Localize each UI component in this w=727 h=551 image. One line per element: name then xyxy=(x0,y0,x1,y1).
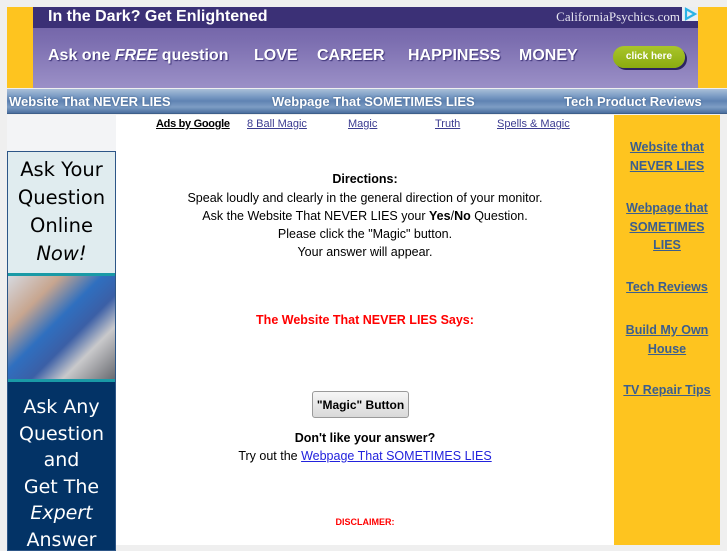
left-ad-top: Ask Your Question Online Now! xyxy=(8,152,115,276)
left-ad-photo-couple-laptop xyxy=(8,276,115,382)
yes-emph: Yes xyxy=(429,209,451,223)
ad-link-spells-magic[interactable]: Spells & Magic xyxy=(497,118,570,130)
sidebar-link-line: NEVER LIES xyxy=(614,157,720,176)
ads-by-google-label[interactable]: Ads by Google xyxy=(156,118,230,130)
left-column: Ask Your Question Online Now! Ask Any Qu… xyxy=(7,115,116,545)
banner-brand: CaliforniaPsychics.com xyxy=(556,9,680,25)
banner-topic-happiness: HAPPINESS xyxy=(408,47,500,65)
sidebar-link-line: Website that xyxy=(614,138,720,157)
banner-topic-love: LOVE xyxy=(254,47,298,65)
banner-topic-career: CAREER xyxy=(317,47,385,65)
banner-free-prefix: Ask one xyxy=(48,47,115,64)
top-banner-ad[interactable]: In the Dark? Get Enlightened CaliforniaP… xyxy=(7,7,727,88)
main-content: Ads by Google 8 Ball Magic Magic Truth S… xyxy=(116,115,614,545)
left-ad-line: Ask Your xyxy=(8,156,115,184)
left-ad-line: Question xyxy=(8,421,115,448)
directions-line-4: Your answer will appear. xyxy=(116,245,614,259)
ad-link-truth[interactable]: Truth xyxy=(435,118,460,130)
magic-button-wrap: "Magic" Button xyxy=(312,391,409,418)
adchoices-icon[interactable] xyxy=(682,7,698,21)
directions-line-1: Speak loudly and clearly in the general … xyxy=(116,191,614,205)
left-ad-emph: Now! xyxy=(36,242,86,265)
nav-link-tech-reviews[interactable]: Tech Product Reviews xyxy=(564,94,702,109)
sometimes-lies-link[interactable]: Webpage That SOMETIMES LIES xyxy=(301,449,492,463)
try-out-line: Try out the Webpage That SOMETIMES LIES xyxy=(116,449,614,463)
nav-link-never-lies[interactable]: Website That NEVER LIES xyxy=(9,94,171,109)
left-ad-emph: Expert xyxy=(30,502,92,524)
left-ad-line: Get The xyxy=(8,474,115,501)
sidebar-link-line: Build My Own xyxy=(614,321,720,340)
sidebar-link-line: TV Repair Tips xyxy=(614,381,720,400)
left-ad-line: Answer xyxy=(8,527,115,551)
directions-line-2: Ask the Website That NEVER LIES your Yes… xyxy=(116,209,614,223)
banner-free-question: Ask one FREE question xyxy=(48,47,228,65)
top-nav-bar: Website That NEVER LIES Webpage That SOM… xyxy=(7,89,727,114)
banner-headline: In the Dark? Get Enlightened xyxy=(48,8,268,26)
sidebar-link-tech-reviews[interactable]: Tech Reviews xyxy=(614,278,720,297)
left-ad-line: Ask Any xyxy=(8,394,115,421)
dislike-heading: Don't like your answer? xyxy=(116,431,614,445)
ad-link-8-ball-magic[interactable]: 8 Ball Magic xyxy=(247,118,307,130)
left-ad-line: Online xyxy=(8,212,115,240)
directions-line-3: Please click the "Magic" button. xyxy=(116,227,614,241)
banner-click-here-button[interactable]: click here xyxy=(613,46,685,68)
banner-ad-body[interactable]: In the Dark? Get Enlightened CaliforniaP… xyxy=(33,7,698,88)
sidebar-link-line: Webpage that xyxy=(614,199,720,218)
sidebar-link-line: SOMETIMES xyxy=(614,218,720,237)
try-out-prefix: Try out the xyxy=(238,449,301,463)
answer-heading: The Website That NEVER LIES Says: xyxy=(116,313,614,327)
right-sidebar: Website that NEVER LIES Webpage that SOM… xyxy=(614,115,720,545)
sidebar-link-line: LIES xyxy=(614,236,720,255)
banner-topic-money: MONEY xyxy=(519,47,578,65)
magic-button[interactable]: "Magic" Button xyxy=(312,391,409,418)
nav-link-sometimes-lies[interactable]: Webpage That SOMETIMES LIES xyxy=(272,94,475,109)
sidebar-link-build-house[interactable]: Build My Own House xyxy=(614,321,720,358)
directions-title: Directions: xyxy=(116,172,614,186)
left-ad-line: Question xyxy=(8,184,115,212)
banner-free-emph: FREE xyxy=(115,47,158,64)
sidebar-link-tv-repair[interactable]: TV Repair Tips xyxy=(614,381,720,400)
banner-header-strip: In the Dark? Get Enlightened CaliforniaP… xyxy=(33,7,698,28)
directions-line-2-suffix: Question. xyxy=(471,209,528,223)
disclaimer-heading: DISCLAIMER: xyxy=(116,517,614,527)
sidebar-link-line: Tech Reviews xyxy=(614,278,720,297)
directions-line-2-prefix: Ask the Website That NEVER LIES your xyxy=(202,209,429,223)
left-ad-bottom: Ask Any Question and Get The Expert Answ… xyxy=(8,382,115,551)
page: In the Dark? Get Enlightened CaliforniaP… xyxy=(7,7,727,545)
no-emph: No xyxy=(454,209,471,223)
ad-link-magic[interactable]: Magic xyxy=(348,118,377,130)
banner-free-suffix: question xyxy=(157,47,228,64)
sidebar-link-sometimes-lies[interactable]: Webpage that SOMETIMES LIES xyxy=(614,199,720,255)
left-skyscraper-ad[interactable]: Ask Your Question Online Now! Ask Any Qu… xyxy=(7,151,116,551)
left-ad-line: and xyxy=(8,447,115,474)
sidebar-link-never-lies[interactable]: Website that NEVER LIES xyxy=(614,138,720,175)
sidebar-link-line: House xyxy=(614,340,720,359)
